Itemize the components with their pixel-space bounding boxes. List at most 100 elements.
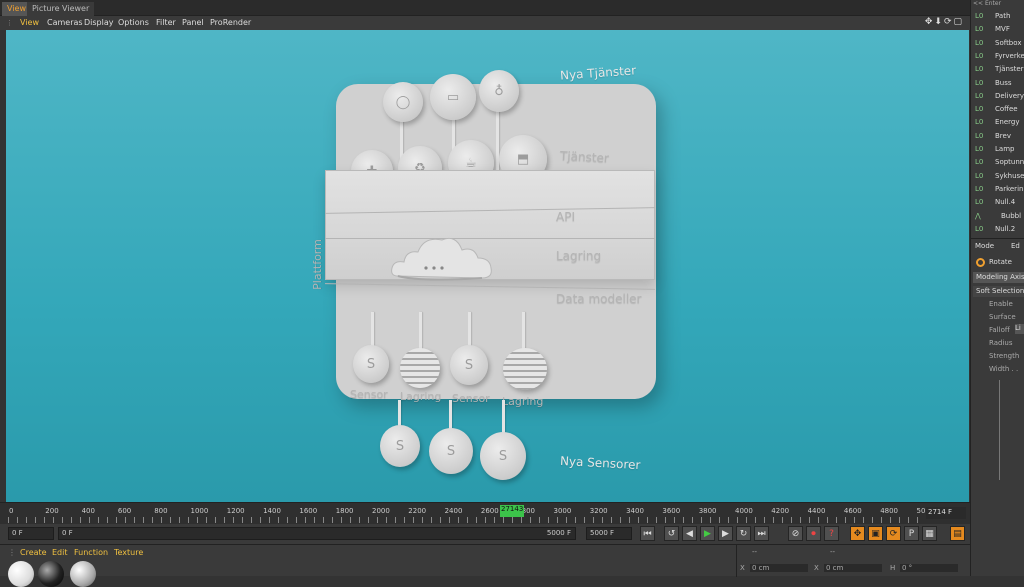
- object-row[interactable]: L0 Soptunn: [971, 156, 1024, 169]
- playhead[interactable]: 27143: [500, 505, 525, 517]
- tick-label: 1600: [299, 507, 318, 515]
- object-row[interactable]: L0 MVF: [971, 23, 1024, 36]
- record-icon[interactable]: ⏺: [806, 526, 821, 541]
- sensor-icon: S: [450, 345, 488, 385]
- end-frame-field[interactable]: 5000 F: [586, 527, 632, 540]
- null-object-icon: L0: [975, 171, 984, 180]
- menu-create[interactable]: Create: [20, 548, 47, 557]
- tab-mode[interactable]: Mode: [975, 242, 994, 250]
- soft-selection-header[interactable]: Soft Selection: [973, 286, 1024, 297]
- object-row[interactable]: L0 Buss: [971, 77, 1024, 90]
- null-object-icon: L0: [975, 38, 984, 47]
- object-row[interactable]: L0 Sykhuse: [971, 170, 1024, 183]
- pla-key-icon[interactable]: ▦: [922, 526, 937, 541]
- object-row[interactable]: L0 Brev: [971, 130, 1024, 143]
- tick-label: 400: [81, 507, 95, 515]
- tick-label: 4400: [807, 507, 826, 515]
- viewport-nav-icons[interactable]: ✥⬇⟳▢: [925, 17, 964, 27]
- sensor-icon: S: [353, 345, 389, 383]
- coord-x2-field[interactable]: 0 cm: [824, 564, 882, 572]
- right-panel: << Enter L0 Path L0 MVF L0 Softbox L0 Fyrverke L…: [970, 0, 1024, 576]
- object-row[interactable]: L0 Fyrverke: [971, 50, 1024, 63]
- spline-icon: ⋀: [975, 211, 981, 220]
- go-to-end-icon[interactable]: ⏭: [754, 526, 769, 541]
- coord-x-field[interactable]: 0 cm: [750, 564, 808, 572]
- next-frame-icon[interactable]: ▶: [718, 526, 733, 541]
- menu-view[interactable]: View: [20, 18, 39, 27]
- label-data-models: Data modeller: [556, 292, 642, 306]
- rotate-key-icon[interactable]: ⟳: [886, 526, 901, 541]
- object-row[interactable]: L0 Tjänster: [971, 63, 1024, 76]
- object-name: Buss: [995, 78, 1012, 87]
- tab-edit[interactable]: Ed: [1011, 242, 1020, 250]
- parameter-key-icon[interactable]: P: [904, 526, 919, 541]
- object-row[interactable]: L0 Null.2: [971, 223, 1024, 236]
- tick-label: 2400: [444, 507, 463, 515]
- menu-options[interactable]: Options: [118, 18, 149, 27]
- tick-label: 200: [45, 507, 59, 515]
- tab-picture-viewer[interactable]: Picture Viewer: [27, 2, 95, 16]
- label-sensor: Sensor: [350, 388, 388, 401]
- object-row[interactable]: L0 Energy: [971, 116, 1024, 129]
- menu-texture[interactable]: Texture: [114, 548, 143, 557]
- menu-display[interactable]: Display: [84, 18, 114, 27]
- object-name: Lamp: [995, 145, 1015, 153]
- object-row[interactable]: L0 Lamp: [971, 143, 1024, 156]
- object-name: Tjänster: [995, 65, 1024, 74]
- object-row[interactable]: L0 Coffee: [971, 103, 1024, 116]
- material-swatch[interactable]: [8, 561, 34, 587]
- object-row[interactable]: L0 Parkerin: [971, 183, 1024, 196]
- timeline-ruler[interactable]: 0 200 400 600 800 1000 1200 1400 1600 1800 2000 220…: [0, 502, 970, 524]
- tick-label: 1000: [190, 507, 209, 515]
- auto-key-icon[interactable]: ?: [824, 526, 839, 541]
- material-swatch[interactable]: [70, 561, 96, 587]
- current-frame-field[interactable]: 2714 F: [926, 507, 966, 519]
- field-width: Width . .: [989, 365, 1019, 373]
- material-swatch[interactable]: [38, 561, 64, 587]
- timeline-window-icon[interactable]: ▤: [950, 526, 965, 541]
- menu-panel[interactable]: Panel: [182, 18, 204, 27]
- null-object-icon: L0: [975, 158, 984, 167]
- modeling-axis-header[interactable]: Modeling Axis: [973, 272, 1024, 283]
- tick-label: 4000: [735, 507, 753, 515]
- go-to-start-icon[interactable]: ⏮: [640, 526, 655, 541]
- scale-key-icon[interactable]: ▣: [868, 526, 883, 541]
- previous-key-icon[interactable]: ↺: [664, 526, 679, 541]
- null-object-icon: L0: [975, 78, 984, 87]
- range-slider[interactable]: 0 F 5000 F: [58, 527, 576, 540]
- null-object-icon: L0: [975, 118, 984, 127]
- tick-label: 3800: [698, 507, 717, 515]
- object-row[interactable]: ⋀ Bubbl: [971, 210, 1024, 223]
- falloff-select[interactable]: Li: [1015, 324, 1024, 334]
- null-object-icon: L0: [975, 145, 984, 153]
- object-name: Sykhuse: [995, 171, 1024, 180]
- tick-label: 2000: [372, 507, 390, 515]
- object-row[interactable]: L0 Path: [971, 10, 1024, 23]
- menu-prorender[interactable]: ProRender: [210, 18, 251, 27]
- object-row[interactable]: L0 Null.4: [971, 196, 1024, 209]
- play-icon[interactable]: ▶: [700, 526, 715, 541]
- sensor-icon: S: [429, 428, 473, 474]
- null-object-icon: L0: [975, 65, 984, 74]
- coord-h-field[interactable]: 0 °: [900, 564, 958, 572]
- object-row[interactable]: L0 Softbox: [971, 37, 1024, 50]
- object-filter-field[interactable]: << Enter: [973, 0, 1024, 8]
- menu-function[interactable]: Function: [74, 548, 108, 557]
- label-platform: Plattform: [310, 239, 324, 290]
- object-name: Brev: [995, 131, 1011, 140]
- previous-frame-icon[interactable]: ◀: [682, 526, 697, 541]
- tick-label: 1200: [226, 507, 245, 515]
- move-key-icon[interactable]: ✥: [850, 526, 865, 541]
- menu-filter[interactable]: Filter: [156, 18, 176, 27]
- null-object-icon: L0: [975, 198, 984, 207]
- menu-edit[interactable]: Edit: [52, 548, 68, 557]
- menu-cameras[interactable]: Cameras: [47, 18, 83, 27]
- tick-label: 2200: [408, 507, 427, 515]
- keyframe-selection-icon[interactable]: ⊘: [788, 526, 803, 541]
- sensor-icon: S: [480, 432, 526, 480]
- object-name: Null.4: [995, 198, 1016, 207]
- tick-label: 2600: [480, 507, 499, 515]
- next-key-icon[interactable]: ↻: [736, 526, 751, 541]
- start-frame-field[interactable]: 0 F: [8, 527, 54, 540]
- object-row[interactable]: L0 Delivery: [971, 90, 1024, 103]
